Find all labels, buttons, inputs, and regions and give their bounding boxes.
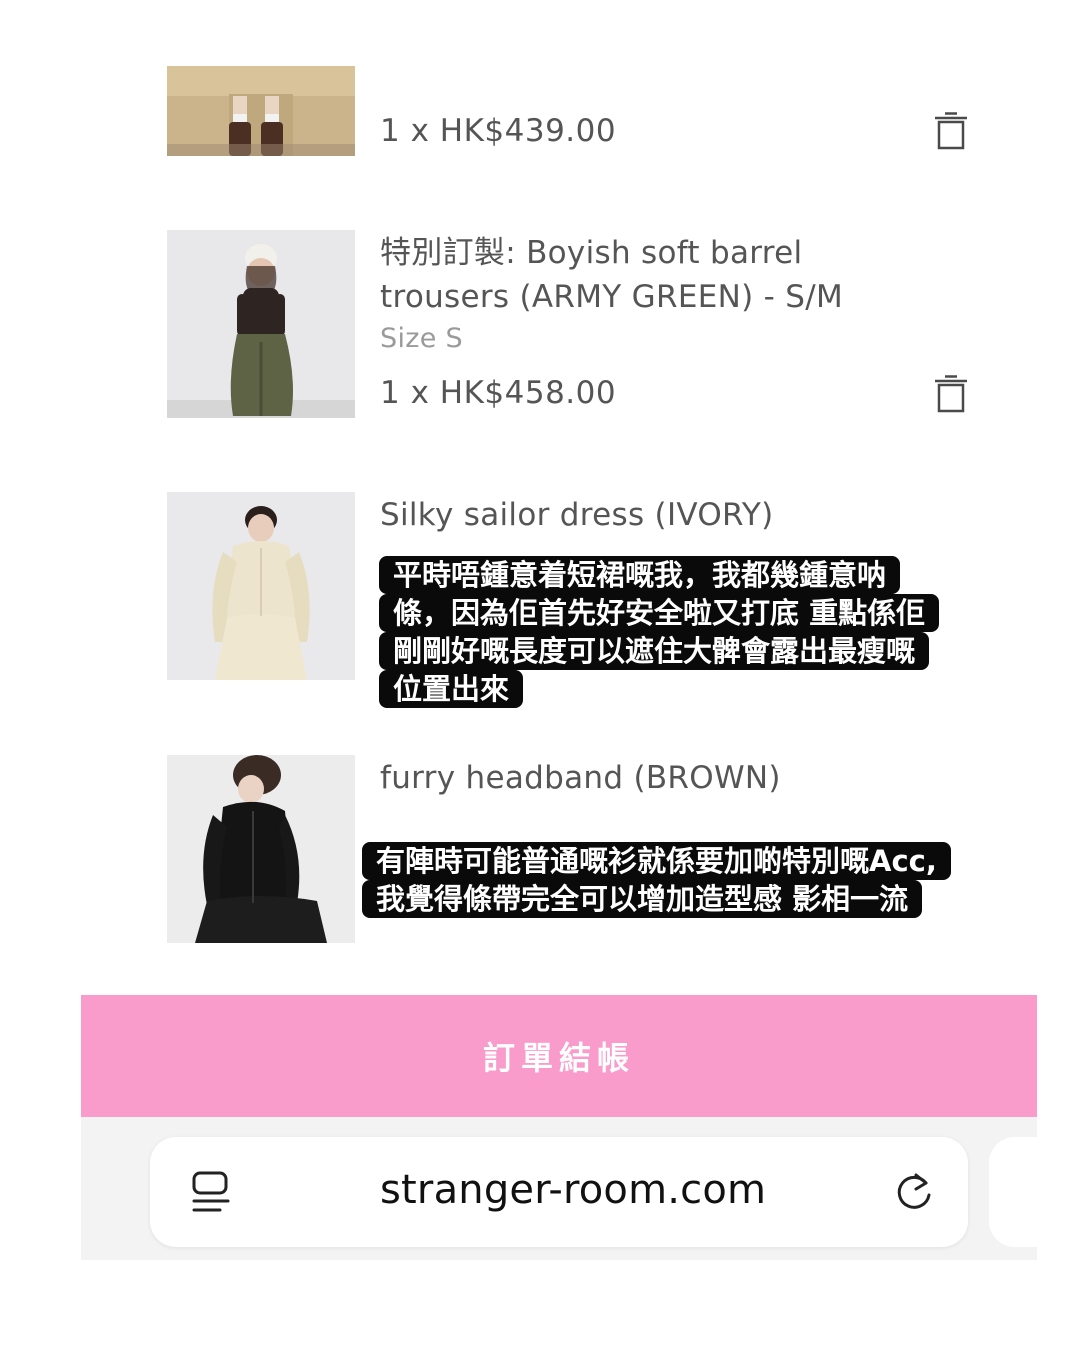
caption-line: 平時唔鍾意着短裙嘅我，我都幾鍾意呐 <box>379 556 901 594</box>
reader-mode-icon[interactable] <box>190 1170 232 1216</box>
url-field[interactable]: stranger-room.com <box>150 1137 968 1247</box>
caption-line: 我覺得條帶完全可以增加造型感 影相一流 <box>362 880 923 918</box>
product-image-2[interactable] <box>167 230 355 418</box>
caption-line: 有陣時可能普通嘅衫就係要加啲特別嘅Acc, <box>362 842 951 880</box>
checkout-button[interactable]: 訂單結帳 <box>81 995 1037 1117</box>
item-2-size: Size S <box>380 323 463 354</box>
next-tab-pill[interactable] <box>989 1137 1037 1247</box>
reload-icon[interactable] <box>892 1169 936 1213</box>
item-2-name-line2[interactable]: trousers (ARMY GREEN) - S/M <box>380 275 843 319</box>
checkout-label: 訂單結帳 <box>482 1039 635 1077</box>
product-image-1[interactable] <box>167 66 355 156</box>
trash-icon[interactable] <box>933 112 969 150</box>
caption-headband: 有陣時可能普通嘅衫就係要加啲特別嘅Acc, 我覺得條帶完全可以增加造型感 影相一… <box>362 842 951 918</box>
caption-line: 剛剛好嘅長度可以遮住大髀會露出最瘦嘅 <box>379 632 930 670</box>
caption-dress: 平時唔鍾意着短裙嘅我，我都幾鍾意呐 條，因為佢首先好安全啦又打底 重點係佢 剛剛… <box>379 556 940 708</box>
caption-line: 位置出來 <box>379 670 524 708</box>
caption-line: 條，因為佢首先好安全啦又打底 重點係佢 <box>379 594 940 632</box>
item-2-name-line1[interactable]: 特別訂製: Boyish soft barrel <box>380 231 802 275</box>
item-3-name[interactable]: Silky sailor dress (IVORY) <box>380 493 774 537</box>
item-1-quantity-price: 1 x HK$439.00 <box>380 113 617 149</box>
item-4-name[interactable]: furry headband (BROWN) <box>380 756 781 800</box>
url-text[interactable]: stranger-room.com <box>380 1167 766 1213</box>
trash-icon[interactable] <box>933 375 969 413</box>
item-2-quantity-price: 1 x HK$458.00 <box>380 375 617 411</box>
product-image-4[interactable] <box>167 755 355 943</box>
browser-address-bar: stranger-room.com <box>81 1117 1037 1260</box>
product-image-3[interactable] <box>167 492 355 680</box>
